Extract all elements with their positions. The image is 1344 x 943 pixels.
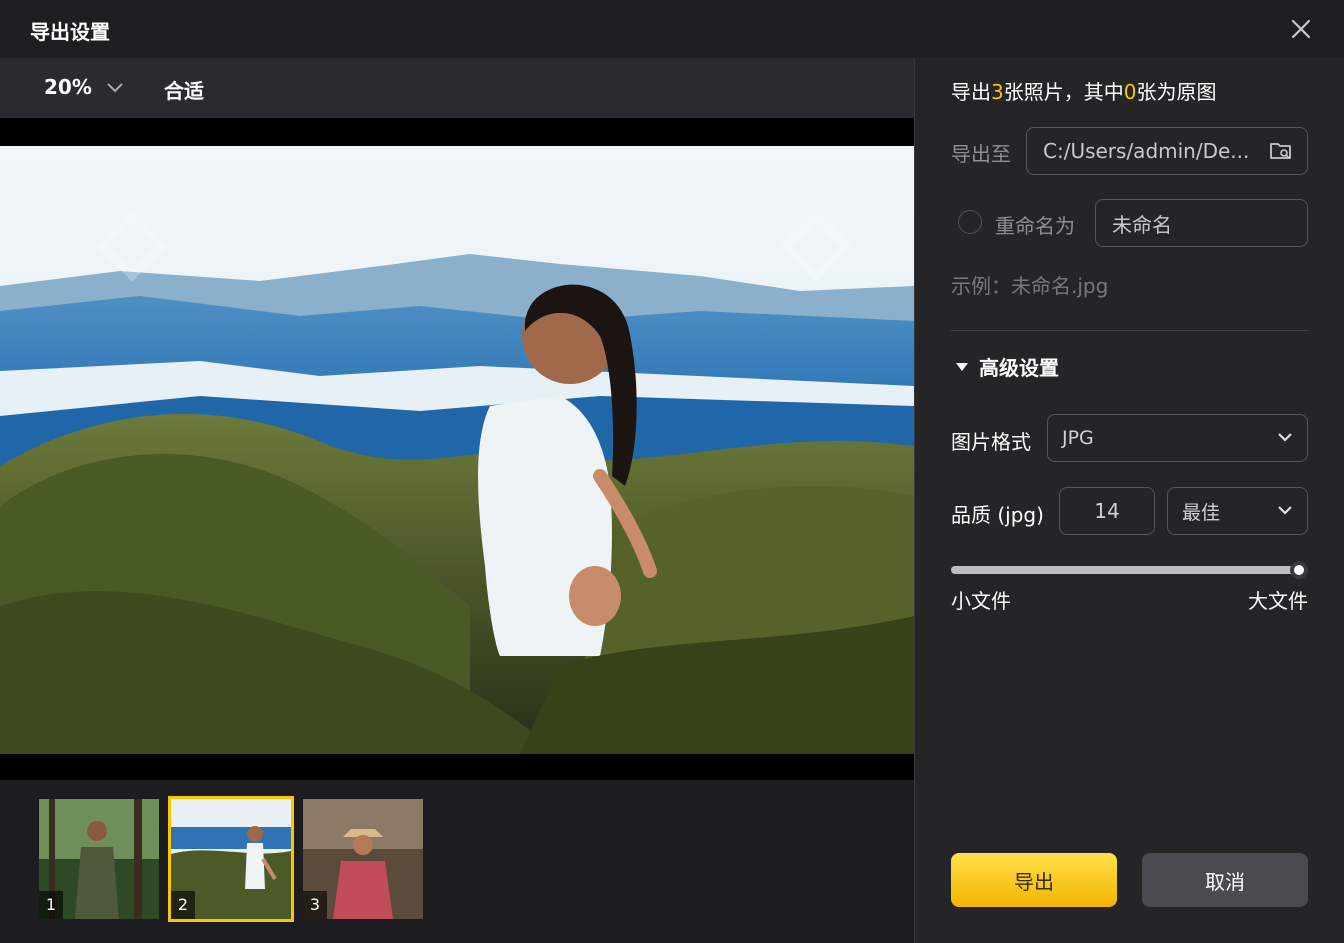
zoom-dropdown[interactable]: 20% — [44, 75, 124, 99]
quality-slider-handle[interactable] — [1290, 561, 1308, 579]
summary-middle: 张照片，其中 — [1003, 80, 1124, 104]
folder-search-icon[interactable] — [1269, 140, 1293, 162]
quality-preset-value: 最佳 — [1182, 501, 1221, 524]
small-file-label: 小文件 — [951, 589, 1011, 613]
close-icon — [1291, 19, 1311, 39]
settings-pane: 导出3张照片，其中0张为原图 导出至 C:/Users/admin/De... … — [915, 58, 1344, 943]
title-bar: 导出设置 — [0, 0, 1344, 58]
export-path-value: C:/Users/admin/De... — [1043, 139, 1250, 163]
cancel-button[interactable]: 取消 — [1142, 853, 1308, 907]
close-button[interactable] — [1286, 14, 1316, 44]
image-preview — [0, 118, 914, 780]
format-label: 图片格式 — [951, 430, 1031, 454]
summary-prefix: 导出 — [951, 80, 991, 104]
thumbnail-2[interactable]: 2 — [168, 796, 294, 922]
chevron-down-icon — [1278, 433, 1292, 442]
export-button[interactable]: 导出 — [951, 853, 1117, 907]
chevron-down-icon — [1278, 506, 1292, 515]
thumbnail-strip: 1 2 3 — [0, 780, 914, 943]
quality-slider-track[interactable] — [951, 566, 1299, 574]
format-value: JPG — [1062, 427, 1094, 449]
original-count: 0 — [1123, 80, 1137, 104]
quality-label: 品质 (jpg) — [951, 503, 1044, 527]
preview-photo — [0, 146, 914, 754]
section-divider — [951, 330, 1308, 331]
large-file-label: 大文件 — [1248, 589, 1308, 613]
quality-preset-select[interactable]: 最佳 — [1167, 487, 1308, 535]
dialog-title: 导出设置 — [30, 20, 110, 44]
chevron-down-icon — [107, 83, 123, 93]
quality-slider-fill — [951, 566, 1299, 574]
thumbnail-1[interactable]: 1 — [39, 799, 159, 919]
thumbnail-3[interactable]: 3 — [303, 799, 423, 919]
quality-value: 14 — [1094, 499, 1120, 523]
thumbnail-number: 3 — [303, 891, 327, 919]
export-path-field[interactable]: C:/Users/admin/De... — [1026, 127, 1308, 175]
thumbnail-number: 1 — [39, 891, 63, 919]
rename-value: 未命名 — [1112, 212, 1172, 237]
summary-suffix: 张为原图 — [1136, 80, 1217, 104]
photo-count: 3 — [991, 80, 1004, 104]
advanced-settings-label: 高级设置 — [979, 356, 1059, 380]
preview-toolbar: 20% 合适 — [0, 58, 914, 118]
format-select[interactable]: JPG — [1047, 414, 1308, 462]
preview-pane: 20% 合适 1 2 3 — [0, 58, 914, 943]
triangle-down-icon — [956, 362, 968, 371]
export-to-label: 导出至 — [951, 142, 1011, 166]
export-summary: 导出3张照片，其中0张为原图 — [951, 76, 1216, 105]
rename-radio[interactable] — [958, 210, 982, 234]
advanced-settings-toggle[interactable]: 高级设置 — [955, 352, 1059, 381]
rename-input[interactable]: 未命名 — [1095, 199, 1308, 247]
fit-button[interactable]: 合适 — [164, 75, 204, 104]
rename-label: 重命名为 — [995, 214, 1075, 238]
zoom-value: 20% — [44, 75, 92, 99]
quality-input[interactable]: 14 — [1059, 487, 1155, 535]
thumbnail-number: 2 — [171, 891, 195, 919]
filename-example: 示例：未命名.jpg — [951, 274, 1109, 298]
